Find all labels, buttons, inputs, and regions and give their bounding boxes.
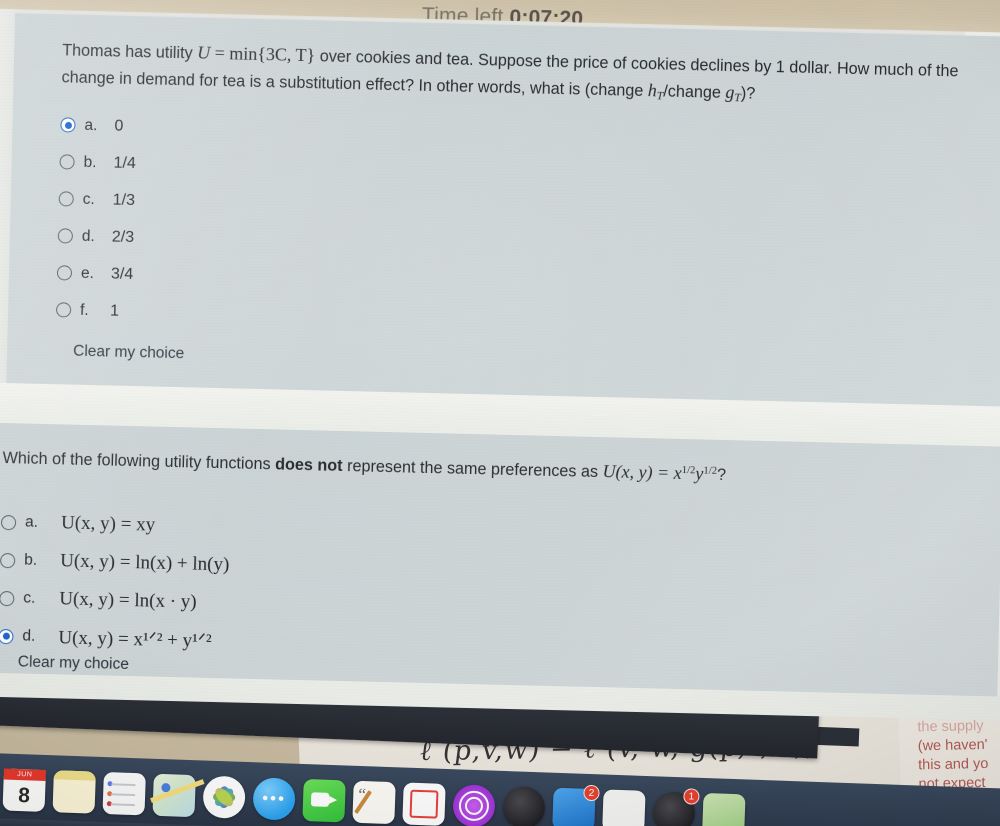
option-letter-a: a. bbox=[84, 116, 98, 134]
radio-a[interactable] bbox=[60, 117, 76, 133]
option-text-b: 1/4 bbox=[113, 154, 137, 172]
notes-header-bar bbox=[53, 770, 96, 781]
q2-math-expr: U(x, y) = x bbox=[602, 461, 682, 483]
reminders-line-2 bbox=[111, 793, 136, 797]
dock-messages-icon[interactable]: ••• bbox=[252, 777, 296, 821]
messages-dots-icon: ••• bbox=[261, 788, 287, 809]
radio-c[interactable] bbox=[58, 191, 74, 207]
news-frame-icon bbox=[409, 789, 439, 819]
mail-badge: 2 bbox=[583, 784, 600, 802]
option-row-c[interactable]: c. 1/3 bbox=[58, 180, 135, 219]
settings-badge: 1 bbox=[683, 788, 700, 805]
dock-settings-icon[interactable]: 1 bbox=[652, 788, 700, 826]
dock-calendar-icon[interactable]: JUN 8 bbox=[2, 768, 46, 812]
photo-stage: the supply (we haven' this and yo not ex… bbox=[0, 0, 1000, 826]
photos-pinwheel-icon bbox=[213, 786, 236, 809]
q1-text-slash: /change bbox=[663, 82, 726, 102]
option-letter-f: f. bbox=[79, 301, 89, 319]
option-text-c: 1/3 bbox=[112, 191, 136, 209]
option2-letter-d: d. bbox=[22, 627, 36, 645]
clear-my-choice-1[interactable]: Clear my choice bbox=[73, 343, 184, 364]
option-text-f: 1 bbox=[109, 301, 120, 320]
maps-road-shape bbox=[150, 779, 205, 803]
option-row-a[interactable]: a. 0 bbox=[60, 106, 137, 145]
facetime-camera-lens bbox=[328, 795, 338, 805]
option2-row-a[interactable]: a. U(x, y) = xy bbox=[0, 503, 231, 546]
q1-text-end: )? bbox=[740, 84, 756, 103]
option2-row-b[interactable]: b. U(x, y) = ln(x) + ln(y) bbox=[0, 541, 230, 584]
note-line-2: this and yo bbox=[918, 755, 989, 774]
option2-letter-a: a. bbox=[24, 513, 39, 531]
question-1-text: Thomas has utility U = min{3C, T} over c… bbox=[61, 36, 982, 117]
radio-f[interactable] bbox=[55, 302, 72, 318]
dock-terminal-icon[interactable] bbox=[702, 792, 746, 826]
radio-e[interactable] bbox=[56, 265, 73, 281]
dock-finder-icon[interactable] bbox=[602, 789, 646, 826]
dock-pages-icon[interactable]: “ bbox=[352, 780, 396, 825]
dock-mail-icon[interactable]: 2 bbox=[552, 784, 600, 826]
option2-row-c[interactable]: c. U(x, y) = ln(x · y) bbox=[0, 579, 229, 622]
radio2-d[interactable] bbox=[0, 628, 14, 644]
option-row-e[interactable]: e. 3/4 bbox=[56, 254, 134, 293]
dock-reminders-icon[interactable] bbox=[102, 771, 146, 816]
radio2-c[interactable] bbox=[0, 590, 15, 606]
clear-my-choice-2[interactable]: Clear my choice bbox=[18, 653, 129, 674]
option-text-d: 2/3 bbox=[111, 228, 135, 246]
q1-math-u: U bbox=[196, 42, 211, 63]
option-letter-e: e. bbox=[80, 264, 95, 282]
q1-text-part1: Thomas has utility bbox=[62, 41, 198, 63]
q2-text-end: ? bbox=[716, 465, 727, 484]
question-card-2: Which of the following utility functions… bbox=[0, 422, 1000, 697]
question-2-options: a. U(x, y) = xy b. U(x, y) = ln(x) + ln(… bbox=[0, 503, 231, 660]
option2-letter-c: c. bbox=[23, 589, 36, 607]
q2-text-part2: represent the same preferences as bbox=[342, 456, 603, 482]
radio-b[interactable] bbox=[59, 154, 75, 170]
reminders-line-3 bbox=[110, 803, 135, 807]
option-letter-d: d. bbox=[81, 227, 95, 245]
option-text-a: 0 bbox=[114, 117, 124, 135]
option-letter-b: b. bbox=[83, 153, 97, 171]
reminders-line-1 bbox=[111, 783, 136, 787]
radio2-a[interactable] bbox=[0, 514, 17, 530]
radio2-b[interactable] bbox=[0, 552, 16, 568]
dock-news-icon[interactable] bbox=[402, 782, 446, 826]
option-letter-c: c. bbox=[82, 190, 95, 208]
note-line-1: (we haven' bbox=[917, 736, 988, 755]
option2-text-c: U(x, y) = ln(x · y) bbox=[59, 588, 197, 613]
question-1-options: a. 0 b. 1/4 c. 1/3 d. 2/3 e. 3/4 f. 1 bbox=[55, 106, 137, 330]
facetime-camera-body bbox=[310, 792, 330, 807]
calendar-day-label: 8 bbox=[17, 783, 31, 807]
q2-text-part1: Which of the following utility functions bbox=[2, 448, 276, 474]
q2-math-exp2: 1/2 bbox=[703, 464, 718, 477]
q2-math-var: y bbox=[695, 463, 704, 484]
option-text-e: 3/4 bbox=[110, 265, 134, 283]
option-row-f[interactable]: f. 1 bbox=[55, 291, 133, 330]
radio-d[interactable] bbox=[57, 228, 74, 244]
dock-maps-icon[interactable] bbox=[150, 773, 205, 818]
dock-podcasts-icon[interactable] bbox=[452, 784, 496, 826]
q1-math-eq: = bbox=[209, 42, 230, 64]
option2-text-b: U(x, y) = ln(x) + ln(y) bbox=[59, 550, 230, 576]
question-card-1: Thomas has utility U = min{3C, T} over c… bbox=[6, 13, 1000, 407]
dock-facetime-icon[interactable] bbox=[302, 778, 346, 823]
option2-text-a: U(x, y) = xy bbox=[60, 512, 156, 536]
option2-text-d: U(x, y) = x¹ᐟ² + y¹ᐟ² bbox=[58, 626, 212, 652]
question-2-text: Which of the following utility functions… bbox=[2, 441, 932, 493]
q2-math-exp1: 1/2 bbox=[681, 464, 696, 477]
option-row-b[interactable]: b. 1/4 bbox=[59, 143, 136, 182]
option-row-d[interactable]: d. 2/3 bbox=[57, 217, 134, 256]
q1-math-g: g bbox=[725, 81, 735, 103]
q2-text-bold: does not bbox=[274, 455, 343, 475]
dock-appstore-icon[interactable] bbox=[502, 785, 546, 826]
dock-notes-icon[interactable] bbox=[52, 770, 96, 814]
q1-math-min: min{3C, T} bbox=[229, 43, 316, 66]
option2-letter-b: b. bbox=[24, 551, 38, 569]
laptop-screen: Thomas has utility U = min{3C, T} over c… bbox=[0, 0, 1000, 722]
dock-photos-icon[interactable] bbox=[202, 775, 246, 819]
